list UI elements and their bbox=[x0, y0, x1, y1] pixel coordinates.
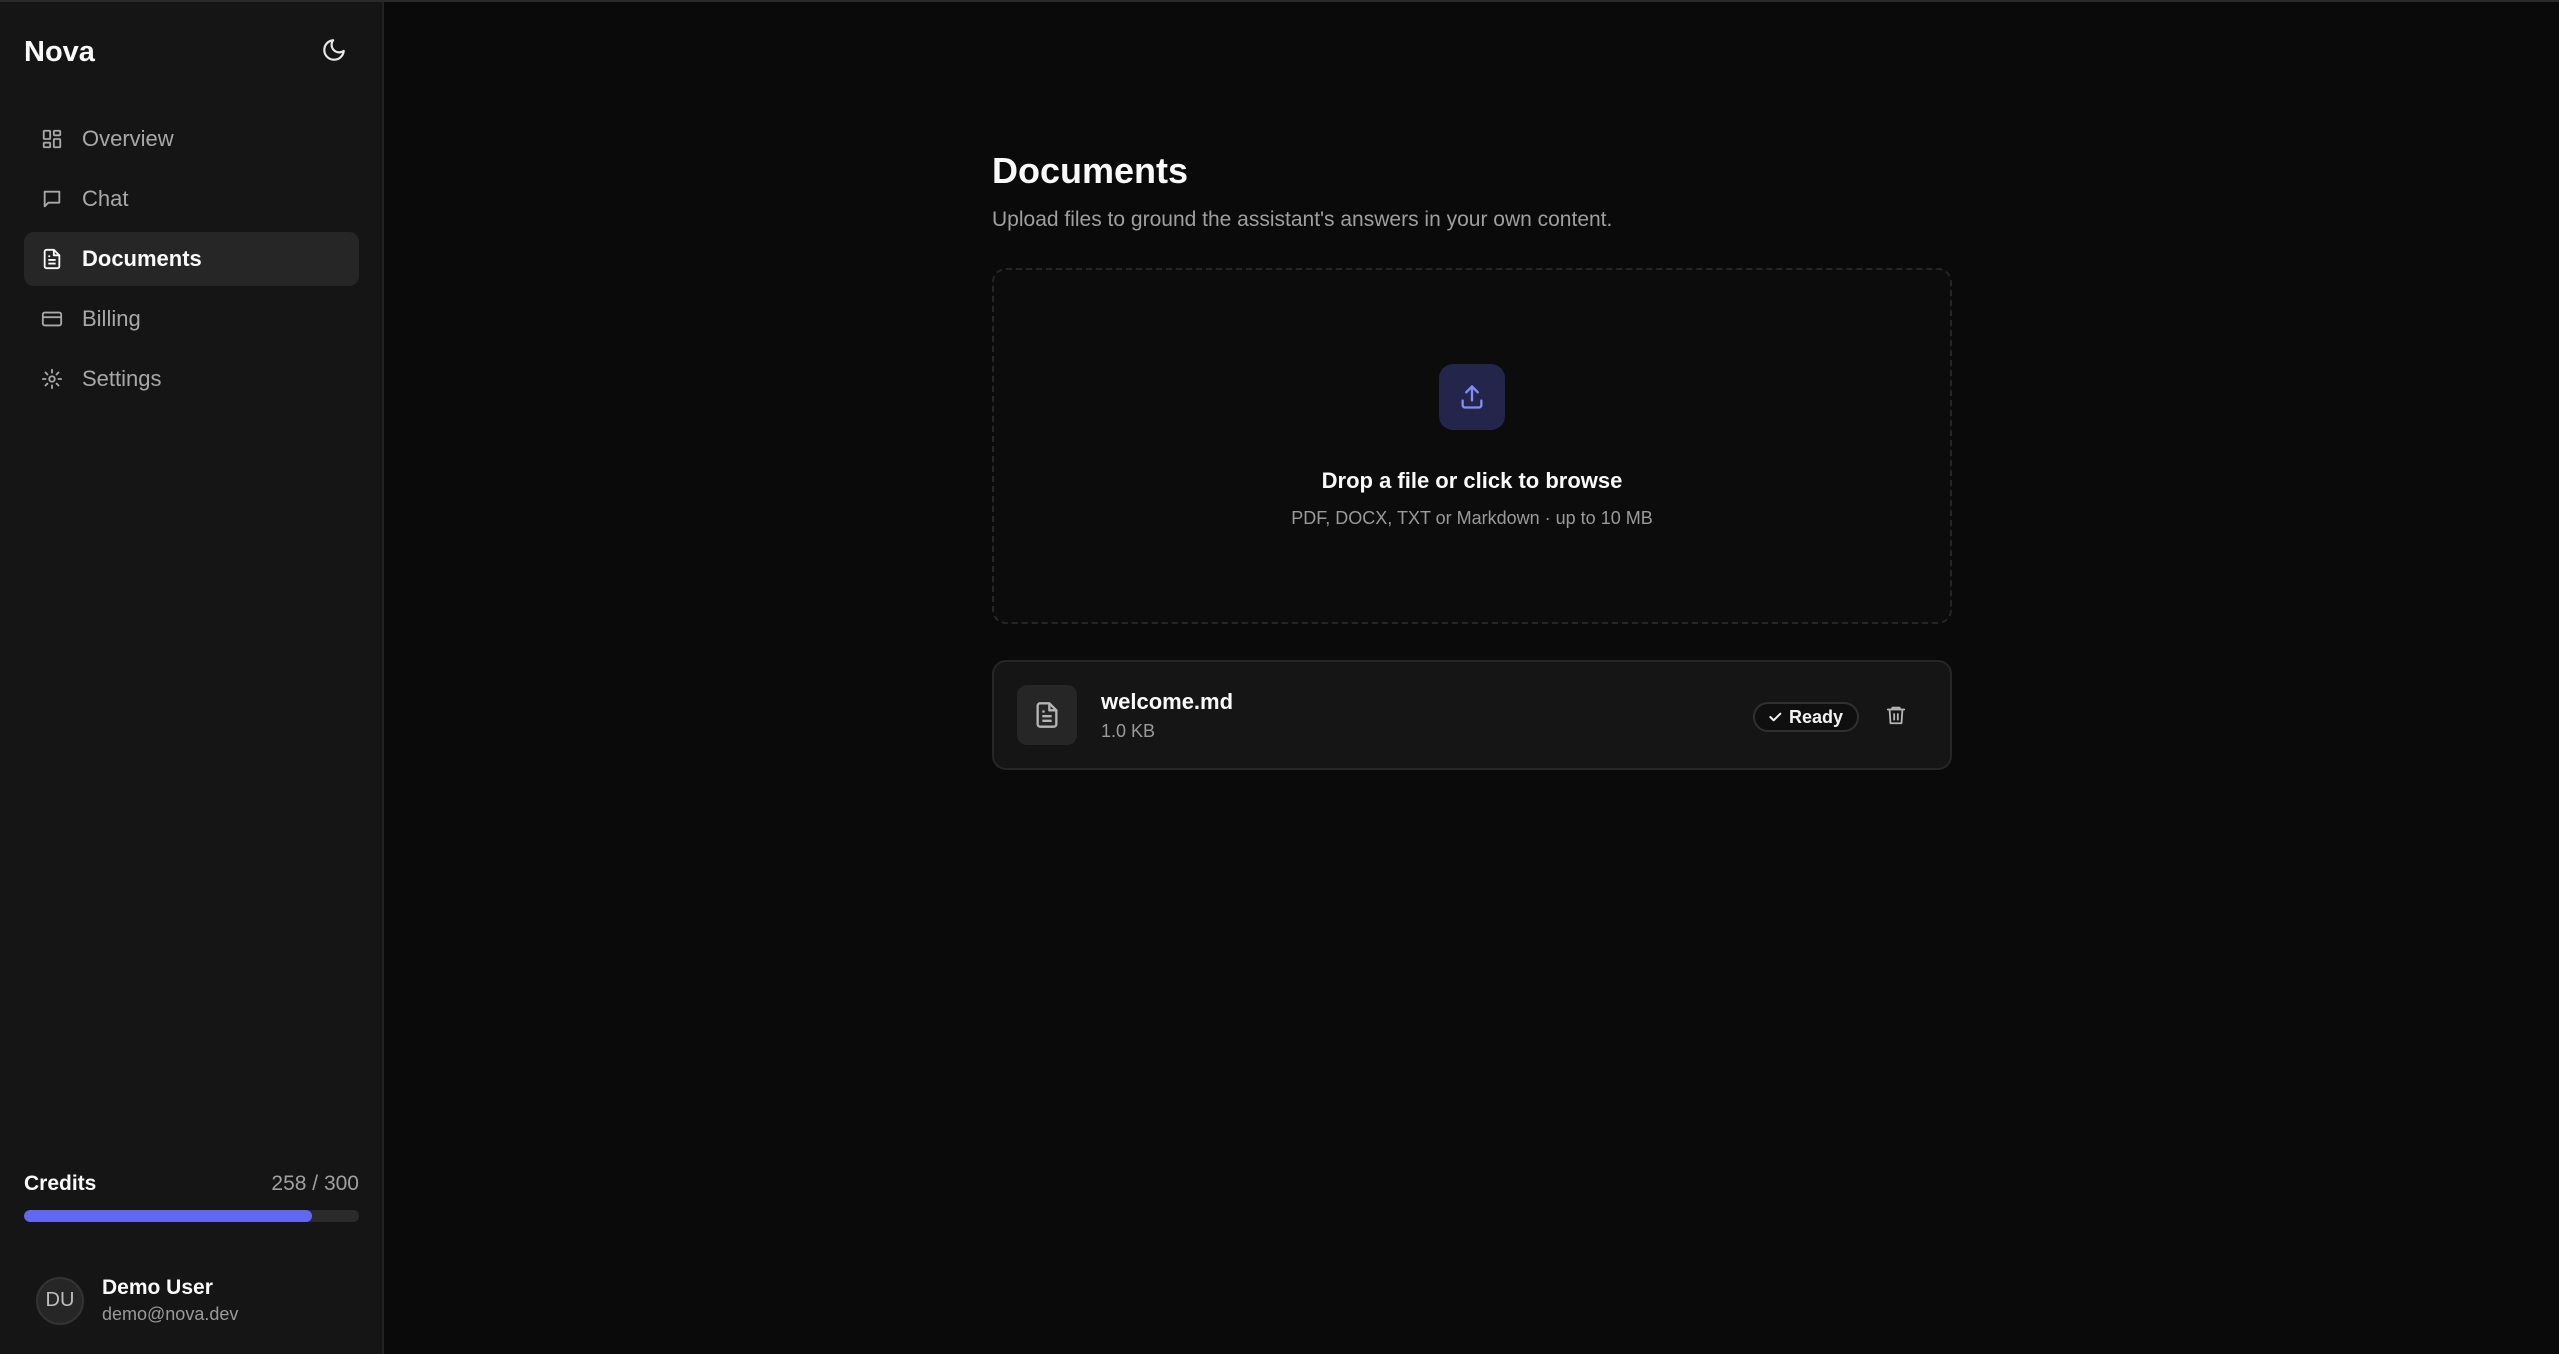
sidebar-item-label: Chat bbox=[82, 186, 129, 211]
file-document-icon bbox=[1017, 685, 1077, 745]
user-email: demo@nova.dev bbox=[102, 1304, 239, 1324]
chat-icon bbox=[41, 188, 63, 210]
main-content: Documents Upload files to ground the ass… bbox=[992, 150, 1952, 770]
file-row: welcome.md 1.0 KB Ready bbox=[992, 660, 1952, 770]
document-icon bbox=[41, 248, 63, 270]
sidebar-item-overview[interactable]: Overview bbox=[24, 112, 359, 166]
page-subtitle: Upload files to ground the assistant's a… bbox=[992, 208, 1613, 231]
check-icon bbox=[1767, 709, 1783, 725]
sidebar-item-chat[interactable]: Chat bbox=[24, 172, 359, 226]
file-size: 1.0 KB bbox=[1101, 720, 1156, 741]
app-brand: Nova bbox=[24, 36, 95, 68]
credits-value: 258 / 300 bbox=[271, 1172, 359, 1195]
gear-icon bbox=[41, 368, 63, 390]
app-window: Nova Overview Chat Documents Billing Set… bbox=[0, 0, 2559, 1354]
sidebar: Nova Overview Chat Documents Billing Set… bbox=[0, 2, 384, 1354]
sidebar-item-label: Overview bbox=[82, 126, 174, 151]
sidebar-item-label: Billing bbox=[82, 306, 141, 331]
dropzone-hint: PDF, DOCX, TXT or Markdown · up to 10 MB bbox=[1291, 508, 1653, 528]
credits-panel: Credits 258 / 300 bbox=[24, 1172, 359, 1222]
sidebar-item-billing[interactable]: Billing bbox=[24, 292, 359, 346]
credits-progress-bar bbox=[24, 1210, 359, 1222]
dashboard-icon bbox=[41, 128, 63, 150]
sidebar-item-label: Settings bbox=[82, 366, 162, 391]
avatar: DU bbox=[36, 1276, 84, 1325]
credit-card-icon bbox=[41, 308, 63, 330]
credits-title: Credits bbox=[24, 1172, 97, 1195]
credits-progress-fill bbox=[24, 1210, 313, 1222]
file-dropzone[interactable]: Drop a file or click to browse PDF, DOCX… bbox=[992, 268, 1952, 624]
upload-icon bbox=[1439, 364, 1505, 430]
status-label: Ready bbox=[1789, 706, 1844, 727]
page-title: Documents bbox=[992, 150, 1189, 191]
sidebar-item-settings[interactable]: Settings bbox=[24, 352, 359, 406]
user-name: Demo User bbox=[102, 1276, 213, 1299]
sidebar-nav: Overview Chat Documents Billing Settings bbox=[24, 112, 359, 412]
theme-toggle-button[interactable] bbox=[314, 32, 354, 72]
user-profile[interactable]: DU Demo User demo@nova.dev bbox=[36, 1276, 238, 1325]
sidebar-item-documents[interactable]: Documents bbox=[24, 232, 359, 286]
delete-file-button[interactable] bbox=[1879, 700, 1913, 734]
status-badge: Ready bbox=[1753, 702, 1860, 732]
dropzone-title: Drop a file or click to browse bbox=[1321, 468, 1623, 493]
sidebar-item-label: Documents bbox=[82, 246, 202, 271]
trash-icon bbox=[1885, 704, 1907, 731]
file-name: welcome.md bbox=[1101, 688, 1234, 714]
moon-icon bbox=[321, 37, 347, 68]
